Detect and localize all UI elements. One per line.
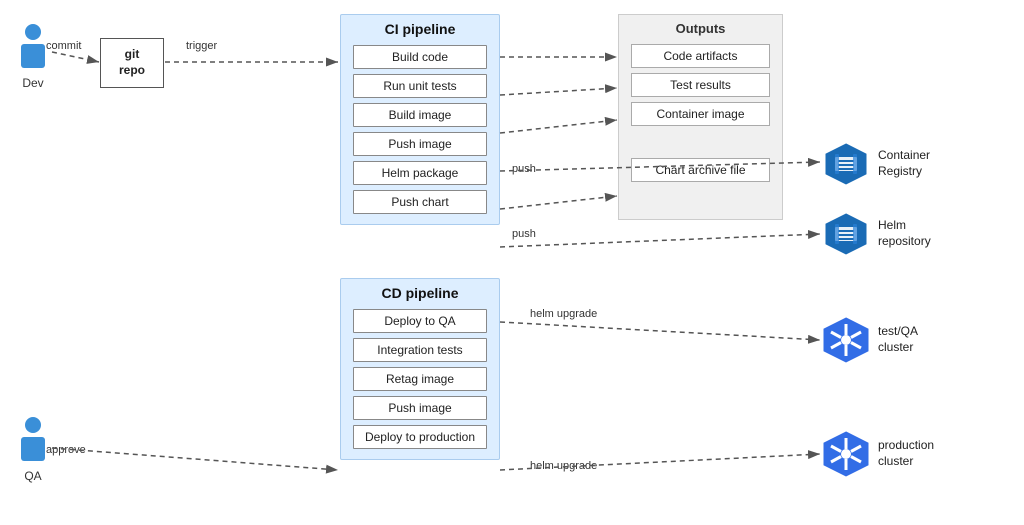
cd-step-integration-tests: Integration tests [353,338,487,362]
diagram: Dev QA gitrepo CI pipeline Build code Ru… [0,0,1024,525]
prod-cluster-icon [822,430,870,478]
output-test-results: Test results [631,73,770,97]
cd-step-deploy-qa: Deploy to QA [353,309,487,333]
outputs-title: Outputs [619,15,782,40]
cd-pipeline-panel: CD pipeline Deploy to QA Integration tes… [340,278,500,460]
ci-step-push-chart: Push chart [353,190,487,214]
qa-cluster-label: test/QA cluster [878,324,918,355]
container-registry-service: Container Registry [822,140,930,188]
git-repo-label: gitrepo [119,47,145,78]
ci-step-build-image: Build image [353,103,487,127]
cd-step-retag-image: Retag image [353,367,487,391]
output-code-artifacts: Code artifacts [631,44,770,68]
commit-label: commit [46,40,81,52]
push-label-1: push [512,163,536,175]
push-label-2: push [512,228,536,240]
ci-step-push-image: Push image [353,132,487,156]
prod-cluster-service: production cluster [822,430,934,478]
outputs-panel: Outputs Code artifacts Test results Cont… [618,14,783,220]
qa-label: QA [24,469,41,483]
cd-pipeline-steps: Deploy to QA Integration tests Retag ima… [341,305,499,459]
ci-pipeline-title: CI pipeline [341,15,499,41]
container-registry-label: Container Registry [878,148,930,179]
ci-pipeline-steps: Build code Run unit tests Build image Pu… [341,41,499,224]
approve-label: approve [46,444,86,456]
dev-actor: Dev [14,22,52,90]
helm-repository-icon [822,210,870,258]
helm-repository-label: Helm repository [878,218,931,249]
cd-pipeline-title: CD pipeline [341,279,499,305]
helm-repository-service: Helm repository [822,210,931,258]
ci-pipeline-panel: CI pipeline Build code Run unit tests Bu… [340,14,500,225]
helm-upgrade-prod-label: helm upgrade [530,460,597,472]
output-spacer1 [631,131,770,153]
output-container-image: Container image [631,102,770,126]
output-spacer2 [631,187,770,209]
qa-cluster-icon [822,316,870,364]
arrow-commit [52,52,99,62]
cd-step-deploy-production: Deploy to production [353,425,487,449]
arrow-deploy-qa [500,322,820,340]
arrow-push-chart [500,234,820,247]
arrow-approve [52,448,338,470]
git-repo-box: gitrepo [100,38,164,88]
cd-step-push-image: Push image [353,396,487,420]
prod-cluster-label: production cluster [878,438,934,469]
qa-person-icon [14,415,52,465]
trigger-label: trigger [186,40,217,52]
output-items: Code artifacts Test results Container im… [619,40,782,219]
ci-step-run-unit-tests: Run unit tests [353,74,487,98]
ci-step-helm-package: Helm package [353,161,487,185]
helm-upgrade-qa-label: helm upgrade [530,308,597,320]
output-chart-archive: Chart archive file [631,158,770,182]
qa-cluster-service: test/QA cluster [822,316,918,364]
arrow-helm-package [500,196,617,209]
container-registry-icon [822,140,870,188]
ci-step-build-code: Build code [353,45,487,69]
dev-label: Dev [22,76,43,90]
arrow-build-image [500,120,617,133]
arrow-unit-tests [500,88,617,95]
